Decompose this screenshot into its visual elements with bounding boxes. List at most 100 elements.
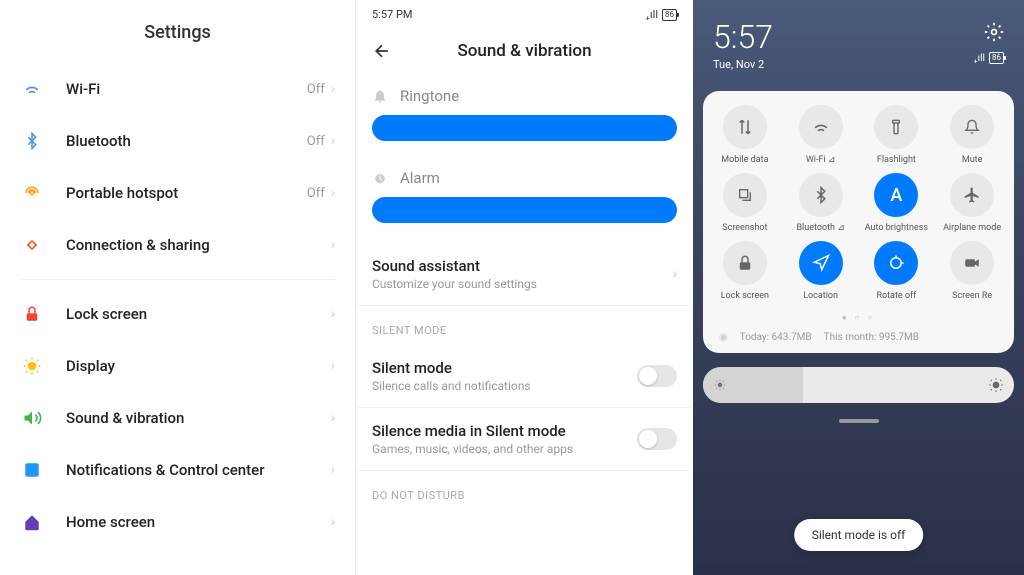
settings-row-bluetooth[interactable]: Bluetooth Off ›	[0, 115, 355, 167]
settings-row-home-screen[interactable]: Home screen ›	[0, 496, 355, 548]
tile-label: Lock screen	[721, 291, 769, 301]
silent-mode-toggle[interactable]	[637, 365, 677, 387]
bell-icon	[372, 88, 388, 104]
tile-label: Screenshot	[722, 223, 767, 233]
chevron-right-icon: ›	[331, 81, 335, 97]
page-title: Sound & vibration	[394, 41, 655, 61]
back-button[interactable]	[370, 39, 394, 63]
tile-label: Mute	[962, 155, 983, 165]
chevron-right-icon: ›	[331, 410, 335, 426]
settings-row-lock-screen[interactable]: Lock screen ›	[0, 288, 355, 340]
tile-lock[interactable]: Lock screen	[709, 241, 781, 301]
row-value: Off	[307, 186, 325, 201]
tile-label: Bluetooth ⊿	[796, 223, 844, 233]
tile-airplane[interactable]: Airplane mode	[936, 173, 1008, 233]
settings-row-portable-hotspot[interactable]: Portable hotspot Off ›	[0, 167, 355, 219]
row-label: Home screen	[66, 513, 331, 531]
chevron-right-icon: ›	[331, 306, 335, 322]
silent-mode-row[interactable]: Silent mode Silence calls and notificati…	[356, 345, 693, 408]
page-dots: ● ○ ○	[709, 313, 1008, 322]
settings-row-display[interactable]: Display ›	[0, 340, 355, 392]
data-usage[interactable]: ◉ Today: 643.7MB This month: 995.7MB	[709, 332, 1008, 343]
settings-row-notifications-control-center[interactable]: Notifications & Control center ›	[0, 444, 355, 496]
status-time: 5:57 PM	[372, 8, 412, 21]
display-icon	[20, 354, 44, 378]
settings-row-wi-fi[interactable]: Wi-Fi Off ›	[0, 63, 355, 115]
bright-icon: A	[874, 173, 918, 217]
lock-icon	[723, 241, 767, 285]
tiles-card: Mobile data Wi-Fi ⊿ Flashlight Mute Scre…	[703, 91, 1014, 353]
hotspot-icon	[20, 181, 44, 205]
tile-bluetooth[interactable]: Bluetooth ⊿	[785, 173, 857, 233]
chevron-right-icon: ›	[331, 358, 335, 374]
location-icon	[799, 241, 843, 285]
tile-wifi[interactable]: Wi-Fi ⊿	[785, 105, 857, 165]
share-icon	[20, 233, 44, 257]
tile-screenshot[interactable]: Screenshot	[709, 173, 781, 233]
home-icon	[20, 510, 44, 534]
brightness-low-icon	[713, 378, 727, 392]
data-icon	[723, 105, 767, 149]
ringtone-section: Ringtone	[372, 87, 677, 105]
tile-label: Screen Re	[952, 291, 992, 301]
record-icon	[950, 241, 994, 285]
rotate-icon	[874, 241, 918, 285]
alarm-slider[interactable]	[372, 197, 677, 223]
tile-label: Auto brightness	[865, 223, 928, 233]
brightness-high-icon	[988, 377, 1004, 393]
tile-bright[interactable]: A Auto brightness	[861, 173, 933, 233]
row-value: Off	[307, 82, 325, 97]
silence-media-row[interactable]: Silence media in Silent mode Games, musi…	[356, 408, 693, 471]
airplane-icon	[950, 173, 994, 217]
settings-row-connection-sharing[interactable]: Connection & sharing ›	[0, 219, 355, 271]
quick-settings-panel: 5:57 Tue, Nov 2 ₊ıll 86 Mobile data Wi-F…	[693, 0, 1024, 575]
tile-mute[interactable]: Mute	[936, 105, 1008, 165]
alarm-icon	[372, 170, 388, 186]
drag-handle[interactable]	[839, 419, 879, 423]
screenshot-icon	[723, 173, 767, 217]
row-label: Sound & vibration	[66, 409, 331, 427]
mute-icon	[950, 105, 994, 149]
settings-panel: Settings Wi-Fi Off › Bluetooth Off › Por…	[0, 0, 355, 575]
sound-assistant-row[interactable]: Sound assistant Customize your sound set…	[356, 243, 693, 306]
row-value: Off	[307, 134, 325, 149]
chevron-right-icon: ›	[331, 237, 335, 253]
page-title: Settings	[0, 10, 355, 63]
row-label: Lock screen	[66, 305, 331, 323]
section-header: SILENT MODE	[356, 306, 693, 345]
row-label: Wi-Fi	[66, 80, 307, 98]
battery-icon: 86	[662, 9, 677, 21]
tile-label: Location	[803, 291, 838, 301]
settings-gear-button[interactable]	[984, 22, 1004, 46]
row-label: Connection & sharing	[66, 236, 331, 254]
row-label: Portable hotspot	[66, 184, 307, 202]
chevron-right-icon: ›	[673, 266, 677, 282]
clock-time: 5:57	[713, 18, 1004, 56]
tile-label: Wi-Fi ⊿	[806, 155, 836, 165]
ringtone-slider[interactable]	[372, 115, 677, 141]
tile-location[interactable]: Location	[785, 241, 857, 301]
bluetooth-icon	[20, 129, 44, 153]
tile-record[interactable]: Screen Re	[936, 241, 1008, 301]
brightness-slider[interactable]	[703, 367, 1014, 403]
settings-row-sound-vibration[interactable]: Sound & vibration ›	[0, 392, 355, 444]
tile-rotate[interactable]: Rotate off	[861, 241, 933, 301]
row-label: Bluetooth	[66, 132, 307, 150]
wifi-icon	[799, 105, 843, 149]
row-label: Notifications & Control center	[66, 461, 331, 479]
silence-media-toggle[interactable]	[637, 428, 677, 450]
wifi-icon	[20, 77, 44, 101]
sound-icon	[20, 406, 44, 430]
tile-data[interactable]: Mobile data	[709, 105, 781, 165]
lock-icon	[20, 302, 44, 326]
toast-message: Silent mode is off	[794, 519, 924, 551]
chevron-right-icon: ›	[331, 462, 335, 478]
tile-label: Rotate off	[876, 291, 916, 301]
tile-flash[interactable]: Flashlight	[861, 105, 933, 165]
flash-icon	[874, 105, 918, 149]
bluetooth-icon	[799, 173, 843, 217]
tile-label: Mobile data	[721, 155, 768, 165]
chevron-right-icon: ›	[331, 133, 335, 149]
chevron-right-icon: ›	[331, 514, 335, 530]
tile-label: Flashlight	[877, 155, 916, 165]
